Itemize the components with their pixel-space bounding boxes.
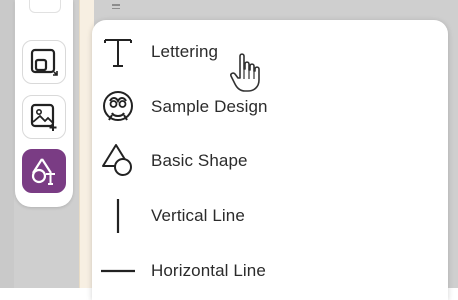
left-edge	[0, 0, 14, 288]
menu-label-vertical-line: Vertical Line	[151, 205, 245, 225]
menu-label-basic-shape: Basic Shape	[151, 150, 248, 170]
left-toolbar	[15, 0, 73, 207]
menu-item-vertical-line[interactable]: Vertical Line	[92, 188, 448, 243]
shapes-group-button[interactable]	[22, 40, 66, 84]
menu-label-lettering: Lettering	[151, 41, 219, 61]
basic-shape-icon	[98, 141, 138, 181]
hand-cursor-icon	[230, 53, 260, 92]
lettering-T-icon	[98, 32, 138, 72]
ruler-icon	[112, 4, 120, 14]
text-shape-button[interactable]	[22, 149, 66, 193]
menu-label-horizontal-line: Horizontal Line	[151, 260, 266, 280]
menu-item-basic-shape[interactable]: Basic Shape	[92, 133, 448, 188]
menu-item-sample-design[interactable]: Sample Design	[92, 79, 448, 134]
shape-text-icon	[31, 158, 55, 185]
menu-label-sample-design: Sample Design	[151, 96, 268, 116]
image-plus-icon	[30, 103, 57, 131]
add-image-button[interactable]	[22, 95, 66, 139]
add-element-menu: Lettering Sample Design Basic Shape Vert…	[92, 20, 448, 300]
top-partial-button[interactable]	[29, 0, 61, 13]
menu-item-lettering[interactable]: Lettering	[92, 24, 448, 79]
sample-design-icon	[98, 87, 138, 127]
vertical-line-icon	[98, 196, 138, 236]
menu-item-horizontal-line[interactable]: Horizontal Line	[92, 243, 448, 298]
resize-square-icon	[30, 48, 58, 76]
horizontal-line-icon	[98, 251, 138, 291]
